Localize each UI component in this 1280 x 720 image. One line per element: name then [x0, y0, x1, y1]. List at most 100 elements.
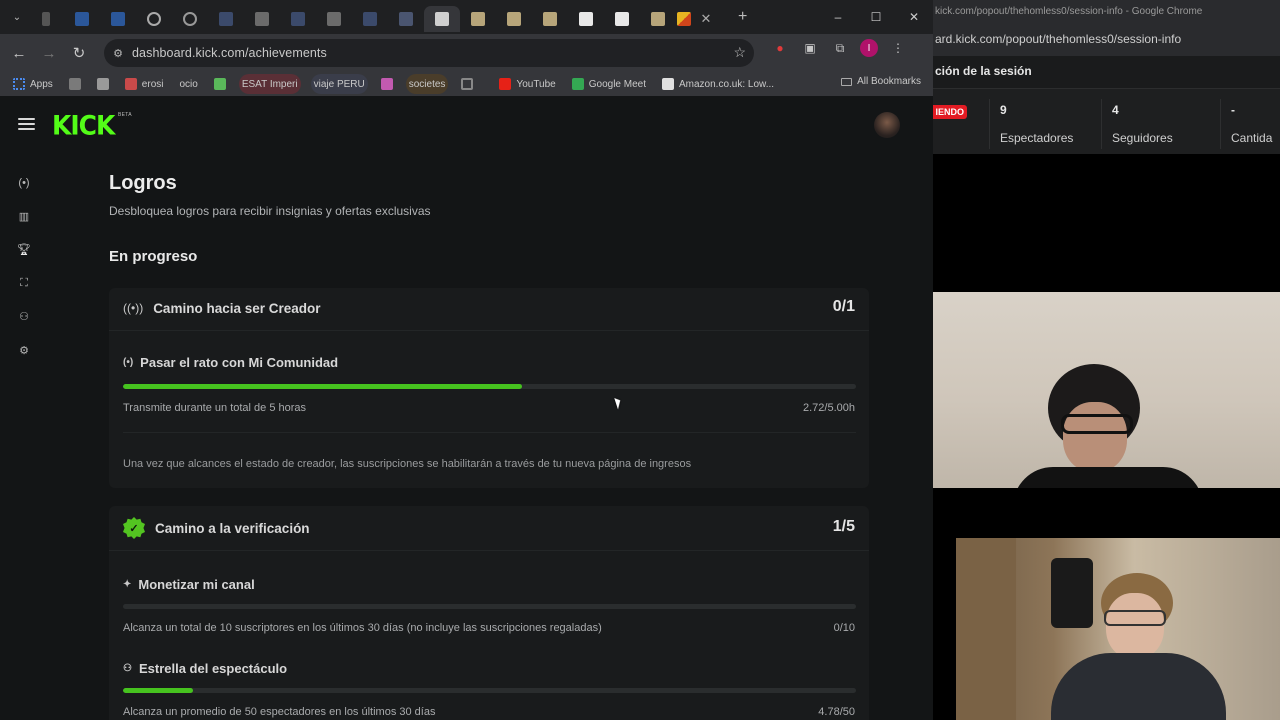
- bookmark-ocio[interactable]: ocio: [176, 74, 200, 94]
- tab-search-icon[interactable]: ⌄: [6, 6, 28, 28]
- community-nav-icon[interactable]: ⚇: [0, 300, 48, 334]
- all-bookmarks[interactable]: All Bookmarks: [841, 76, 921, 87]
- beta-label: BETA: [118, 112, 132, 118]
- broadcast-nav-icon[interactable]: (•): [0, 166, 48, 200]
- achievement-item-description: Alcanza un promedio de 50 espectadores e…: [123, 706, 436, 718]
- tab-15[interactable]: [568, 6, 604, 32]
- bookmark-item[interactable]: [378, 74, 396, 94]
- divider: [109, 330, 869, 331]
- profile-avatar-icon[interactable]: I: [860, 39, 878, 57]
- achievement-item-title: ✦ Monetizar mi canal: [123, 577, 255, 592]
- tab-16[interactable]: [604, 6, 640, 32]
- address-bar[interactable]: ⚙ dashboard.kick.com/achievements ☆: [104, 39, 754, 67]
- doc-favicon-icon: [471, 12, 485, 26]
- page-icon: [213, 78, 226, 90]
- settings-nav-icon[interactable]: ⚙: [0, 334, 48, 368]
- bookmark-item[interactable]: [211, 74, 229, 94]
- tab-17[interactable]: [640, 6, 676, 32]
- popout-address[interactable]: ard.kick.com/popout/thehomless0/session-…: [933, 28, 1280, 56]
- live-badge: IENDO: [933, 105, 967, 119]
- tab-18[interactable]: ✕: [676, 6, 712, 32]
- hamburger-menu-icon[interactable]: [18, 118, 35, 130]
- screen-nav-icon[interactable]: ⛶: [0, 267, 48, 301]
- bookmark-item[interactable]: [94, 74, 112, 94]
- stat-number: 4: [1112, 103, 1119, 117]
- popout-window-title: kick.com/popout/thehomless0/session-info…: [933, 0, 1280, 28]
- page-title: Logros: [109, 172, 177, 194]
- close-tab-icon[interactable]: ✕: [701, 11, 712, 27]
- room-door: [956, 538, 1016, 720]
- kick-logo[interactable]: KICK: [52, 110, 115, 140]
- sparkle-icon: ✦: [123, 579, 132, 590]
- back-icon[interactable]: ←: [4, 38, 34, 68]
- tab-12[interactable]: [460, 6, 496, 32]
- bookmark-apps[interactable]: Apps: [10, 74, 56, 94]
- amazon-favicon-icon: [579, 12, 593, 26]
- progress-bar: [123, 384, 856, 389]
- bookmark-google-meet[interactable]: Google Meet: [569, 74, 649, 94]
- bookmark-item[interactable]: [66, 74, 84, 94]
- side-nav: (•) ▥ 🏆︎ ⛶ ⚇ ⚙: [0, 166, 48, 367]
- tab-10[interactable]: [388, 6, 424, 32]
- trophy-nav-icon[interactable]: 🏆︎: [0, 233, 48, 267]
- tab-14[interactable]: [532, 6, 568, 32]
- page-icon: [68, 78, 81, 90]
- puzzle-extensions-icon[interactable]: ⧉: [830, 38, 850, 58]
- item-title-text: Pasar el rato con Mi Comunidad: [140, 355, 339, 370]
- person-face: [1063, 402, 1127, 472]
- bookmark-youtube[interactable]: YouTube: [496, 74, 558, 94]
- tab-5[interactable]: [208, 6, 244, 32]
- achievement-card-creator: ((•)) Camino hacia ser Creador 0/1 (•) P…: [109, 288, 869, 488]
- achievement-card-verification: ✓ Camino a la verificación 1/5 ✦ Monetiz…: [109, 506, 869, 720]
- stat-viewers: 9 Espectadores: [989, 99, 1099, 149]
- close-window-icon[interactable]: ✕: [895, 0, 933, 34]
- achievement-item-description: Transmite durante un total de 5 horas: [123, 402, 307, 414]
- tab-pinned-1[interactable]: [28, 6, 64, 32]
- bookmark-esat[interactable]: ESAT Imperi: [238, 74, 301, 94]
- doc-favicon-icon: [327, 12, 341, 26]
- divider: [109, 550, 869, 551]
- bookmark-item[interactable]: [458, 74, 476, 94]
- tab-8[interactable]: [316, 6, 352, 32]
- shield-extension-icon[interactable]: ●: [770, 38, 790, 58]
- user-avatar[interactable]: [874, 112, 900, 138]
- bookmark-amazon[interactable]: Amazon.co.uk: Low...: [659, 74, 777, 94]
- bookmark-label: Apps: [30, 78, 53, 90]
- bookmark-erosi[interactable]: erosi: [122, 74, 167, 94]
- person-hoodie: [1051, 653, 1226, 720]
- tab-9[interactable]: [352, 6, 388, 32]
- word-favicon-icon: [75, 12, 89, 26]
- divider: [123, 432, 856, 433]
- tab-openai[interactable]: [136, 6, 172, 32]
- tab-active[interactable]: [424, 6, 460, 32]
- reload-icon[interactable]: ↻: [64, 38, 94, 68]
- tab-strip: ⌄ ✕ + – ☐ ✕: [0, 0, 933, 34]
- tab-7[interactable]: [280, 6, 316, 32]
- minimize-icon[interactable]: –: [819, 0, 857, 34]
- people-icon: ⚇: [123, 663, 132, 674]
- box-extension-icon[interactable]: ▣: [800, 38, 820, 58]
- achievement-item-value: 0/10: [833, 622, 855, 634]
- tab-4[interactable]: [172, 6, 208, 32]
- bookmark-label: ocio: [179, 78, 198, 90]
- url-text[interactable]: dashboard.kick.com/achievements: [132, 46, 327, 60]
- page-icon: [96, 78, 109, 90]
- maximize-icon[interactable]: ☐: [857, 0, 895, 34]
- site-info-icon[interactable]: ⚙: [104, 47, 132, 60]
- analytics-nav-icon[interactable]: ▥: [0, 200, 48, 234]
- tab-6[interactable]: [244, 6, 280, 32]
- tab-13[interactable]: [496, 6, 532, 32]
- achievement-item-description: Alcanza un total de 10 suscriptores en l…: [123, 622, 602, 634]
- tab-word-2[interactable]: [100, 6, 136, 32]
- tab-word-1[interactable]: [64, 6, 100, 32]
- new-tab-icon[interactable]: +: [738, 8, 747, 26]
- section-title: En progreso: [109, 248, 198, 265]
- browser-toolbar: ← → ↻ ⚙ dashboard.kick.com/achievements …: [0, 34, 933, 72]
- bookmark-viaje-peru[interactable]: viaje PERU: [310, 74, 368, 94]
- bookmark-star-icon[interactable]: ☆: [733, 44, 746, 61]
- bookmark-label: Amazon.co.uk: Low...: [679, 78, 775, 90]
- menu-kebab-icon[interactable]: ⋮: [888, 38, 908, 58]
- bookmark-societes[interactable]: societes: [405, 74, 449, 94]
- broadcast-icon: ((•)): [123, 301, 144, 315]
- forward-icon[interactable]: →: [34, 38, 64, 68]
